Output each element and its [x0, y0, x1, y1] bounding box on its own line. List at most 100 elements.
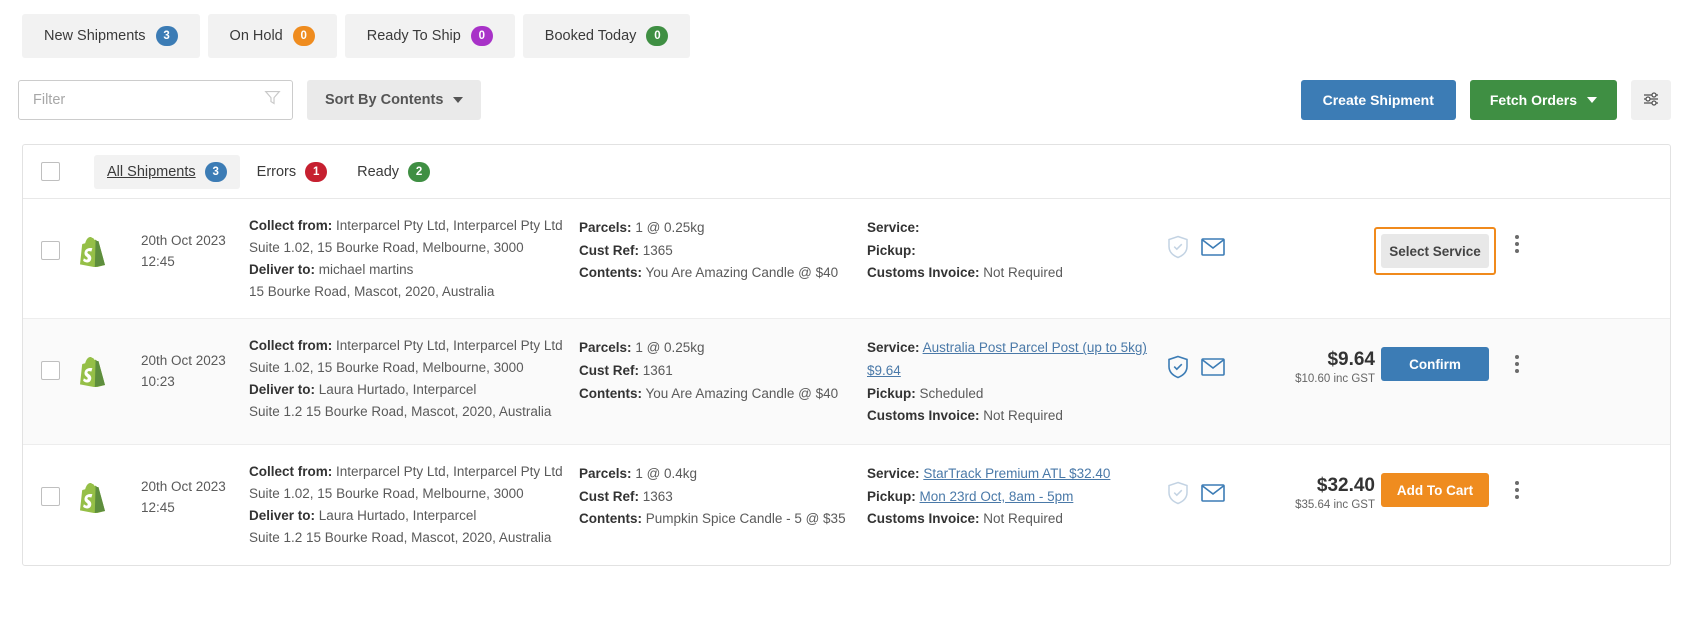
create-shipment-button[interactable]: Create Shipment	[1300, 80, 1456, 120]
service-link[interactable]: StarTrack Premium ATL $32.40	[923, 466, 1110, 481]
price-amount: $9.64	[1327, 349, 1375, 371]
status-tab-new-shipments[interactable]: New Shipments 3	[22, 14, 200, 58]
collect-from-address: Suite 1.02, 15 Bourke Road, Melbourne, 3…	[249, 360, 524, 376]
sub-tab-group: All Shipments 3 Errors 1 Ready 2	[94, 154, 443, 189]
row-icons-cell	[1167, 335, 1263, 384]
toolbar: Sort By Contents Create Shipment Fetch O…	[0, 70, 1693, 132]
sub-tab-label: Errors	[256, 163, 297, 180]
parcel-details-cell: Parcels: 1 @ 0.4kg Cust Ref: 1363 Conten…	[579, 461, 867, 531]
customs-invoice-label: Customs Invoice:	[867, 408, 980, 424]
shield-check-icon[interactable]	[1167, 235, 1189, 264]
select-service-button[interactable]: Select Service	[1381, 234, 1489, 268]
table-row[interactable]: 20th Oct 2023 12:45 Collect from: Interp…	[23, 445, 1670, 564]
pickup-label: Pickup:	[867, 385, 916, 401]
shipment-time: 12:45	[141, 253, 175, 269]
status-tab-strip: New Shipments 3 On Hold 0 Ready To Ship …	[0, 0, 1693, 70]
channel-logo-cell	[79, 335, 141, 392]
select-all-checkbox[interactable]	[41, 162, 60, 181]
status-tab-count: 0	[646, 26, 669, 46]
kebab-menu-icon[interactable]	[1515, 235, 1519, 253]
customs-invoice-value: Not Required	[983, 408, 1063, 424]
cust-ref-label: Cust Ref:	[579, 363, 639, 379]
cust-ref-value: 1363	[642, 488, 673, 504]
price-cell: $9.64 $10.60 inc GST	[1263, 335, 1375, 385]
fetch-orders-label: Fetch Orders	[1489, 92, 1577, 108]
row-select-cell	[41, 461, 79, 507]
shipments-table-card: All Shipments 3 Errors 1 Ready 2 20th Oc…	[22, 144, 1671, 566]
row-select-cell	[41, 215, 79, 260]
status-tab-ready-to-ship[interactable]: Ready To Ship 0	[344, 14, 515, 58]
collect-from-address: Suite 1.02, 15 Bourke Road, Melbourne, 3…	[249, 485, 524, 501]
tab-all-shipments[interactable]: All Shipments 3	[94, 154, 240, 189]
row-menu-cell	[1495, 335, 1539, 374]
status-tab-label: Ready To Ship	[366, 28, 461, 44]
row-select-cell	[41, 335, 79, 381]
row-icons-cell	[1167, 215, 1263, 264]
envelope-icon[interactable]	[1201, 483, 1225, 508]
shopify-icon	[79, 357, 105, 392]
table-row[interactable]: 20th Oct 2023 10:23 Collect from: Interp…	[23, 319, 1670, 446]
deliver-to-name: Laura Hurtado, Interparcel	[318, 382, 477, 398]
customs-invoice-label: Customs Invoice:	[867, 265, 980, 281]
row-checkbox[interactable]	[41, 241, 60, 260]
add-to-cart-button[interactable]: Add To Cart	[1381, 473, 1489, 508]
parcels-value: 1 @ 0.25kg	[635, 340, 705, 356]
settings-button[interactable]	[1631, 80, 1671, 120]
collect-from-name: Interparcel Pty Ltd, Interparcel Pty Ltd	[336, 338, 563, 354]
contents-value: You Are Amazing Candle @ $40	[645, 385, 839, 401]
collect-from-label: Collect from:	[249, 218, 333, 233]
kebab-menu-icon[interactable]	[1515, 355, 1519, 374]
price-inc-gst: $35.64 inc GST	[1295, 499, 1375, 512]
contents-value: You Are Amazing Candle @ $40	[645, 265, 839, 281]
shopify-icon	[79, 483, 105, 518]
confirm-button[interactable]: Confirm	[1381, 347, 1489, 382]
search-input[interactable]	[18, 80, 293, 120]
row-checkbox[interactable]	[41, 361, 60, 381]
pickup-value: Scheduled	[919, 385, 984, 401]
status-tab-booked-today[interactable]: Booked Today 0	[522, 14, 691, 58]
kebab-menu-icon[interactable]	[1515, 481, 1519, 500]
sort-by-contents-dropdown[interactable]: Sort By Contents	[307, 80, 482, 120]
chevron-down-icon	[1587, 97, 1597, 103]
table-row[interactable]: 20th Oct 2023 12:45 Collect from: Interp…	[23, 199, 1670, 320]
envelope-icon[interactable]	[1201, 357, 1225, 382]
pickup-link[interactable]: Mon 23rd Oct, 8am - 5pm	[920, 489, 1074, 504]
service-label: Service:	[867, 466, 920, 482]
service-details-cell: Service: Australia Post Parcel Post (up …	[867, 335, 1167, 428]
shipment-datetime-cell: 20th Oct 2023 12:45	[141, 461, 249, 519]
row-menu-cell	[1495, 461, 1539, 500]
chevron-down-icon	[453, 97, 464, 103]
shopify-icon	[79, 237, 105, 272]
deliver-to-name: Laura Hurtado, Interparcel	[318, 507, 477, 523]
tab-ready[interactable]: Ready 2	[344, 155, 443, 189]
tab-errors[interactable]: Errors 1	[244, 155, 340, 189]
parcels-label: Parcels:	[579, 466, 632, 482]
row-icons-cell	[1167, 461, 1263, 510]
cust-ref-value: 1361	[642, 363, 673, 379]
service-label: Service:	[867, 340, 920, 356]
row-action-cell: Add To Cart	[1375, 461, 1495, 508]
status-tab-count: 0	[292, 26, 315, 46]
cust-ref-label: Cust Ref:	[579, 488, 639, 504]
service-label: Service:	[867, 220, 920, 235]
parcel-details-cell: Parcels: 1 @ 0.25kg Cust Ref: 1361 Conte…	[579, 335, 867, 405]
shield-check-icon[interactable]	[1167, 355, 1189, 384]
shipment-date: 20th Oct 2023	[141, 479, 226, 495]
row-checkbox[interactable]	[41, 487, 60, 507]
shield-check-icon[interactable]	[1167, 481, 1189, 510]
sliders-icon	[1641, 89, 1661, 112]
service-details-cell: Service: StarTrack Premium ATL $32.40 Pi…	[867, 461, 1167, 531]
deliver-to-name: michael martins	[318, 261, 414, 277]
envelope-icon[interactable]	[1201, 237, 1225, 262]
shipment-time: 10:23	[141, 374, 175, 390]
row-action-cell: Select Service	[1374, 215, 1496, 275]
customs-invoice-label: Customs Invoice:	[867, 511, 980, 527]
sub-tab-label: All Shipments	[107, 163, 196, 180]
price-cell: $32.40 $35.64 inc GST	[1263, 461, 1375, 511]
address-cell: Collect from: Interparcel Pty Ltd, Inter…	[249, 461, 579, 548]
collect-from-name: Interparcel Pty Ltd, Interparcel Pty Ltd	[336, 464, 563, 480]
status-tab-on-hold[interactable]: On Hold 0	[207, 14, 337, 58]
fetch-orders-button[interactable]: Fetch Orders	[1469, 80, 1617, 120]
channel-logo-cell	[79, 215, 141, 272]
table-header: All Shipments 3 Errors 1 Ready 2	[23, 145, 1670, 199]
